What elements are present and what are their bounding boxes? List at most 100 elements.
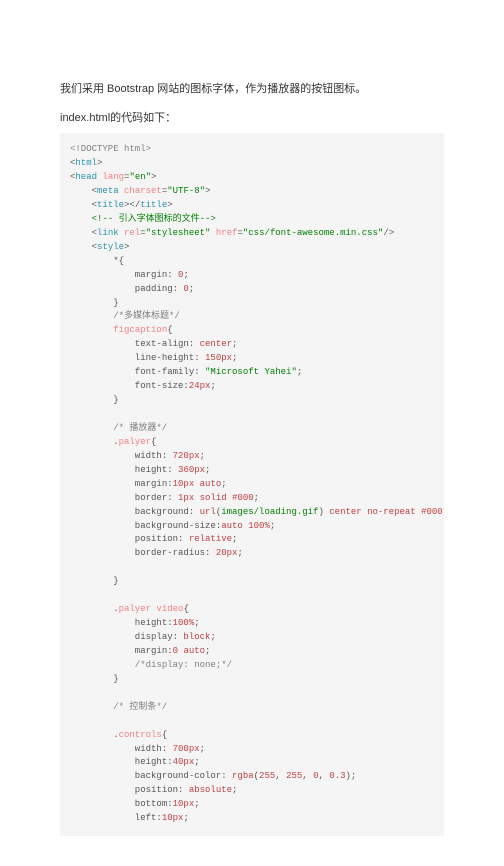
code: auto xyxy=(200,479,222,489)
code: , xyxy=(302,771,313,781)
code: "css/font-awesome.min.css" xyxy=(243,228,383,238)
code: . xyxy=(70,604,119,614)
code: ; xyxy=(443,507,444,517)
code: head xyxy=(75,172,102,182)
code: display: xyxy=(70,632,183,642)
code: charset xyxy=(124,186,162,196)
code: font-family: xyxy=(70,367,205,377)
code: #000 xyxy=(232,493,254,503)
paragraph-2: index.html的代码如下： xyxy=(60,110,444,128)
code: palyer xyxy=(119,604,157,614)
code: ; xyxy=(189,284,194,294)
code: } xyxy=(70,674,119,684)
code: "en" xyxy=(129,172,151,182)
code: rel xyxy=(124,228,140,238)
code: "UTF-8" xyxy=(167,186,205,196)
code-block: <!DOCTYPE html> <html> <head lang="en"> … xyxy=(60,133,444,836)
code: ; xyxy=(200,451,205,461)
code: no-repeat xyxy=(367,507,421,517)
code: margin: xyxy=(70,646,173,656)
code: ; xyxy=(210,632,215,642)
code: ; xyxy=(232,353,237,363)
code: ; xyxy=(270,521,275,531)
code: ; xyxy=(200,744,205,754)
code: width: xyxy=(70,744,173,754)
code: figcaption xyxy=(113,325,167,335)
code: title xyxy=(140,200,167,210)
code: > xyxy=(151,172,156,182)
code: position: xyxy=(70,785,189,795)
code-comment: /* 播放器*/ xyxy=(70,423,167,433)
code: > xyxy=(205,186,210,196)
code: absolute xyxy=(189,785,232,795)
code: , xyxy=(275,771,286,781)
paragraph-1: 我们采用 Bootstrap 网站的图标字体，作为播放器的按钮图标。 xyxy=(60,81,444,99)
code: rgba xyxy=(232,771,254,781)
code: width: xyxy=(70,451,173,461)
code: margin: xyxy=(70,479,173,489)
code: ; xyxy=(232,534,237,544)
code: center xyxy=(200,339,232,349)
code: style xyxy=(97,242,124,252)
code: 360px xyxy=(178,465,205,475)
code: ; xyxy=(237,548,242,558)
code: } xyxy=(70,298,119,308)
code: ; xyxy=(210,381,215,391)
code: block xyxy=(183,632,210,642)
code: height: xyxy=(70,618,173,628)
code: . xyxy=(70,730,119,740)
code: 255 xyxy=(259,771,275,781)
code: ; xyxy=(232,785,237,795)
code: { xyxy=(162,730,167,740)
code: < xyxy=(70,228,97,238)
code: url xyxy=(200,507,216,517)
code: 10px xyxy=(173,799,195,809)
code: > xyxy=(167,200,172,210)
code: { xyxy=(167,325,172,335)
code: background-size: xyxy=(70,521,221,531)
code-comment: /* 控制条*/ xyxy=(70,702,167,712)
code: ; xyxy=(254,493,259,503)
code: padding: xyxy=(70,284,183,294)
code: 150px xyxy=(205,353,232,363)
code: "Microsoft Yahei" xyxy=(205,367,297,377)
code: height: xyxy=(70,465,178,475)
code: ); xyxy=(346,771,357,781)
code: } xyxy=(70,395,119,405)
code: *{ xyxy=(70,256,124,266)
code: left: xyxy=(70,813,162,823)
code: ; xyxy=(205,646,210,656)
code: meta xyxy=(97,186,124,196)
code: 0.3 xyxy=(329,771,345,781)
code: < xyxy=(70,242,97,252)
code: { xyxy=(183,604,188,614)
code: position: xyxy=(70,534,189,544)
code: 20px xyxy=(216,548,238,558)
code: 720px xyxy=(173,451,200,461)
code-comment: <!-- 引入字体图标的文件--> xyxy=(70,214,216,224)
code: > xyxy=(97,158,102,168)
code: 255 xyxy=(286,771,302,781)
code-line: <!DOCTYPE html> xyxy=(70,144,151,154)
code: ; xyxy=(205,465,210,475)
code: ; xyxy=(194,799,199,809)
code: href xyxy=(216,228,238,238)
code: ></ xyxy=(124,200,140,210)
code: "stylesheet" xyxy=(146,228,216,238)
code: . xyxy=(70,437,119,447)
code: auto xyxy=(183,646,205,656)
code: } xyxy=(70,576,119,586)
code: 100% xyxy=(248,521,270,531)
code: title xyxy=(97,200,124,210)
code: lang xyxy=(102,172,124,182)
code: auto xyxy=(221,521,248,531)
code: palyer xyxy=(119,437,151,447)
code xyxy=(70,325,113,335)
code: relative xyxy=(189,534,232,544)
code: < xyxy=(70,186,97,196)
code: < xyxy=(70,200,97,210)
code: background-color: xyxy=(70,771,232,781)
code: /> xyxy=(383,228,394,238)
code: ) xyxy=(318,507,329,517)
code: solid xyxy=(200,493,232,503)
